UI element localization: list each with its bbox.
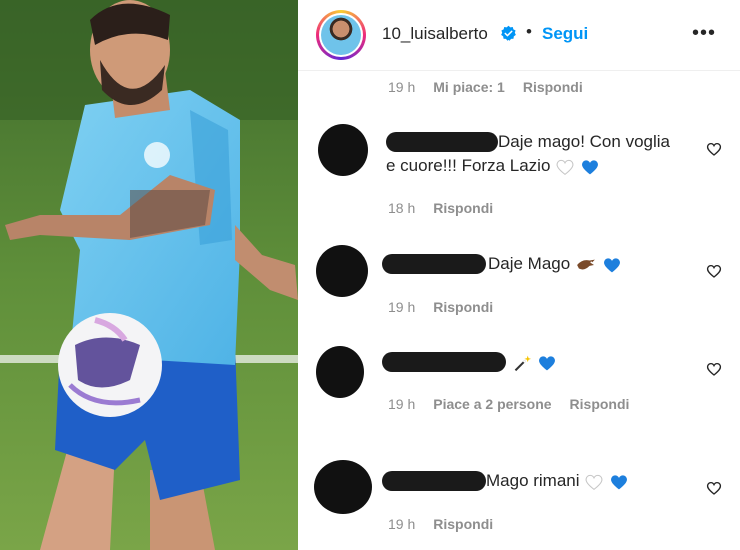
comment-text — [512, 350, 557, 374]
comment-text: Daje Mago — [488, 252, 622, 276]
comment-text-line: Daje Mago — [488, 254, 571, 273]
comment-meta: 19 h Rispondi — [388, 516, 493, 532]
separator-dot: • — [526, 22, 532, 41]
reply-button[interactable]: Rispondi — [570, 396, 630, 412]
author-avatar[interactable] — [316, 10, 366, 60]
commenter-avatar[interactable] — [318, 124, 368, 176]
like-heart-icon[interactable] — [706, 263, 722, 279]
comment-likes[interactable]: Mi piace: 1 — [433, 79, 505, 95]
blue-heart-icon — [611, 474, 627, 489]
redacted-username — [382, 471, 486, 491]
comment-text: e cuore!!! Forza Lazio — [386, 154, 600, 178]
post-header: 10_luisalberto • Segui ••• — [298, 0, 740, 71]
blue-heart-icon — [581, 159, 598, 174]
comment-likes[interactable]: Piace a 2 persone — [433, 396, 551, 412]
reply-button[interactable]: Rispondi — [523, 79, 583, 95]
comment-meta-top: 19 h Mi piace: 1 Rispondi — [388, 79, 583, 95]
blue-heart-icon — [603, 257, 620, 272]
comments-panel: 10_luisalberto • Segui ••• 19 h Mi piace:… — [298, 0, 740, 550]
reply-button[interactable]: Rispondi — [433, 200, 493, 216]
comment-meta: 19 h Rispondi — [388, 299, 493, 315]
eagle-icon — [577, 259, 595, 269]
comment-time: 19 h — [388, 396, 416, 412]
comment-text-line: Mago rimani — [486, 471, 580, 490]
redacted-username — [382, 352, 506, 372]
author-username[interactable]: 10_luisalberto — [382, 24, 488, 44]
verified-badge-icon — [501, 25, 516, 41]
comment-text: Daje mago! Con voglia — [498, 130, 670, 154]
redacted-username — [386, 132, 498, 152]
white-heart-icon — [556, 159, 574, 175]
comment-text-line: e cuore!!! Forza Lazio — [386, 156, 551, 175]
comment-time: 19 h — [388, 516, 416, 532]
comment-meta: 19 h Piace a 2 persone Rispondi — [388, 396, 629, 412]
comment-text-line: Daje mago! Con voglia — [498, 132, 670, 151]
comment-text: Mago rimani — [486, 469, 629, 493]
avatar-image — [321, 15, 361, 55]
commenter-avatar[interactable] — [316, 245, 368, 297]
like-heart-icon[interactable] — [706, 141, 722, 157]
reply-button[interactable]: Rispondi — [433, 299, 493, 315]
follow-button[interactable]: Segui — [542, 24, 588, 44]
reply-button[interactable]: Rispondi — [433, 516, 493, 532]
player-photo-illustration — [0, 0, 298, 550]
more-options-icon[interactable]: ••• — [692, 22, 716, 45]
like-heart-icon[interactable] — [706, 480, 722, 496]
comment-meta: 18 h Rispondi — [388, 200, 493, 216]
redacted-username — [382, 254, 486, 274]
comment-time: 18 h — [388, 200, 416, 216]
magic-wand-icon — [514, 355, 531, 371]
commenter-avatar[interactable] — [314, 460, 372, 514]
commenter-avatar[interactable] — [316, 346, 364, 398]
like-heart-icon[interactable] — [706, 361, 722, 377]
comment-time: 19 h — [388, 299, 416, 315]
post-photo — [0, 0, 298, 550]
white-heart-icon — [585, 474, 603, 490]
blue-heart-icon — [538, 355, 555, 370]
comment-time: 19 h — [388, 79, 416, 95]
